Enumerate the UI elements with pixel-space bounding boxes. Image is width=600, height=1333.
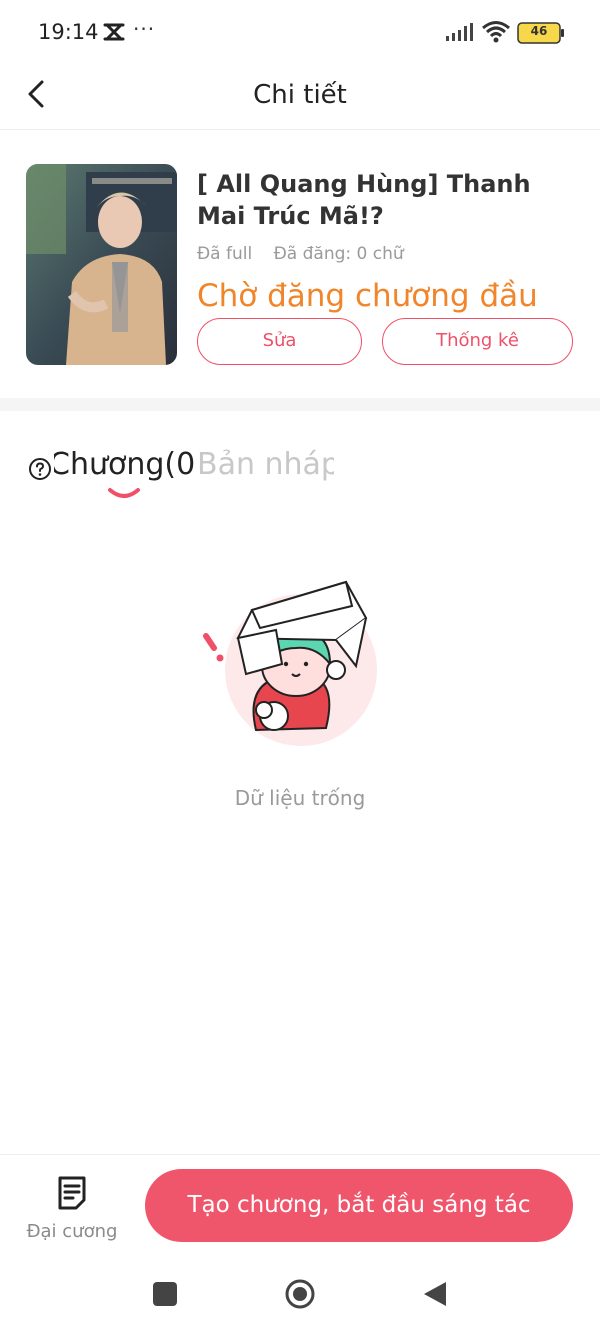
page-title: Chi tiết [253,80,347,110]
stats-button[interactable]: Thống kê [382,318,573,365]
home-button[interactable] [284,1278,316,1310]
cover-image [26,164,177,365]
status-time: 19:14 [38,20,99,44]
wifi-icon [482,21,510,43]
battery-level: 46 [530,24,548,38]
outline-doc-icon [58,1176,86,1210]
outline-button[interactable]: Đại cương [14,1171,130,1251]
word-count: Đã đăng: 0 chữ [273,244,404,264]
section-divider [0,398,600,411]
book-meta: Đã full Đã đăng: 0 chữ [197,244,420,264]
outline-label: Đại cương [26,1221,118,1242]
tab-chapters-label: Chương(0 [54,447,196,482]
publish-status: Chờ đăng chương đầu [197,278,538,314]
edit-button[interactable]: Sửa [197,318,362,365]
system-back-button[interactable] [422,1280,448,1308]
system-nav-bar [0,1260,600,1333]
book-title: [ All Quang Hùng] Thanh Mai Trúc Mã!? [197,170,531,230]
empty-state-text: Dữ liệu trống [234,786,366,810]
empty-box-illustration [203,580,377,746]
tab-drafts-label: Bản nháp [197,447,334,482]
completion-status: Đã full [197,244,253,264]
capcut-icon [103,23,125,41]
help-icon[interactable] [28,457,52,481]
create-chapter-button[interactable]: Tạo chương, bắt đầu sáng tác [145,1169,573,1242]
active-tab-indicator [108,488,140,498]
book-cover[interactable] [26,164,177,365]
bottom-action-bar: Đại cương Tạo chương, bắt đầu sáng tác [0,1154,600,1260]
status-bar: 19:14 ··· 46 [0,0,600,64]
top-bar: Chi tiết [0,64,600,130]
tab-drafts[interactable]: Bản nháp [197,440,334,500]
status-more: ··· [133,17,156,41]
signal-icon [446,23,473,41]
recent-apps-button[interactable] [153,1282,177,1306]
